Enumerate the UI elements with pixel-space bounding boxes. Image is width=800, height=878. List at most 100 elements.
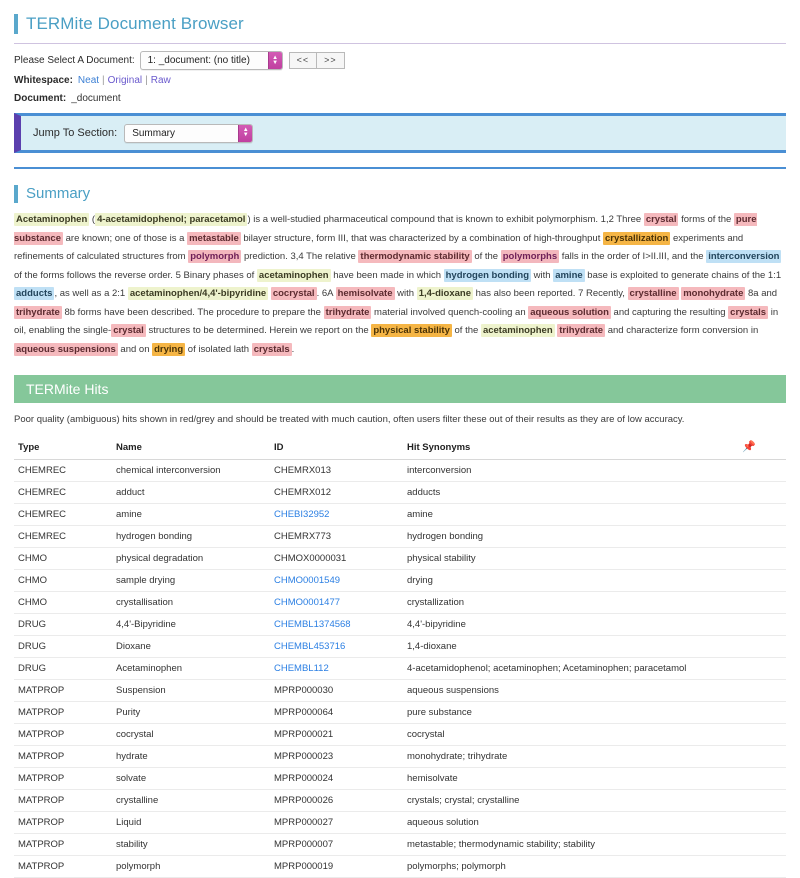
id-text: MPRP000021 xyxy=(274,729,334,740)
table-row[interactable]: DRUG Acetaminophen CHEMBL112 4-acetamidophe… xyxy=(14,657,786,680)
termite-hits-table: Type Name ID Hit Synonyms 📌 CHEMREC chemi… xyxy=(14,439,786,878)
cell-name: adduct xyxy=(112,481,270,504)
table-row[interactable]: DRUG Dioxane CHEMBL453716 1,4-dioxane xyxy=(14,635,786,658)
summary-entity-polymorph[interactable]: polymorph xyxy=(188,250,242,263)
cell-id[interactable]: CHEBI32952 xyxy=(270,503,403,526)
summary-entity-matprop[interactable]: metastable xyxy=(187,231,241,245)
cell-hit-synonyms: crystals; crystal; crystalline xyxy=(403,789,738,812)
whitespace-option-raw[interactable]: Raw xyxy=(151,74,171,88)
pin-icon[interactable]: 📌 xyxy=(742,442,756,453)
table-row[interactable]: CHEMREC amine CHEBI32952 amine xyxy=(14,503,786,526)
cell-id: MPRP000019 xyxy=(270,855,403,878)
prev-document-button[interactable]: << xyxy=(288,52,318,69)
table-body: CHEMREC chemical interconversion CHEMRX013… xyxy=(14,459,786,878)
table-row[interactable]: MATPROP Liquid MPRP000027 aqueous solution xyxy=(14,811,786,834)
table-row[interactable]: MATPROP crystalline MPRP000026 crystals; cr… xyxy=(14,789,786,812)
summary-entity-drug[interactable]: acetaminophen xyxy=(480,324,555,337)
id-link[interactable]: CHEMBL1374568 xyxy=(274,619,351,630)
summary-entity-matprop[interactable]: trihydrate xyxy=(557,324,606,337)
summary-entity-matprop[interactable]: aqueous suspensions xyxy=(14,342,118,356)
cell-hit-synonyms: monohydrate; trihydrate xyxy=(403,745,738,768)
cell-hit-synonyms: adducts xyxy=(403,481,738,504)
table-row[interactable]: CHEMREC chemical interconversion CHEMRX013… xyxy=(14,459,786,482)
cell-id[interactable]: CHEMBL1374568 xyxy=(270,613,403,636)
table-row[interactable]: MATPROP polymorph MPRP000019 polymorphs; po… xyxy=(14,855,786,878)
cell-id[interactable]: CHEMBL112 xyxy=(270,657,403,680)
table-row[interactable]: MATPROP solvate MPRP000024 hemisolvate xyxy=(14,767,786,790)
summary-entity-matprop[interactable]: hemisolvate xyxy=(335,287,395,300)
summary-entity-chemrec[interactable]: adducts xyxy=(14,287,55,300)
summary-entity-matprop[interactable]: crystalline xyxy=(627,287,679,300)
cell-type: DRUG xyxy=(14,613,112,636)
id-link[interactable]: CHMO0001477 xyxy=(274,597,340,608)
summary-entity-drug[interactable]: 1,4-dioxane xyxy=(416,287,473,300)
whitespace-option-original[interactable]: Original xyxy=(108,74,142,88)
column-header-id[interactable]: ID xyxy=(270,439,403,460)
table-row[interactable]: MATPROP cocrystal MPRP000021 cocrystal xyxy=(14,723,786,746)
whitespace-option-neat[interactable]: Neat xyxy=(78,74,99,88)
summary-entity-chmo[interactable]: drying xyxy=(152,342,186,356)
summary-entity-chmo[interactable]: crystallization xyxy=(602,231,671,245)
table-row[interactable]: CHEMREC hydrogen bonding CHEMRX773 hydrogen… xyxy=(14,525,786,548)
jump-to-section-select[interactable]: Summary ▲ ▼ xyxy=(124,123,254,143)
summary-entity-polymorph[interactable]: polymorphs xyxy=(500,250,560,263)
cell-type: MATPROP xyxy=(14,833,112,856)
column-header-type[interactable]: Type xyxy=(14,439,112,460)
cell-pin xyxy=(738,855,786,878)
whitespace-separator-1: | xyxy=(102,75,105,86)
summary-entity-matprop[interactable]: thermodynamic stability xyxy=(358,250,472,263)
table-row[interactable]: DRUG 4,4'-Bipyridine CHEMBL1374568 4,4'-bip… xyxy=(14,613,786,636)
summary-entity-matprop[interactable]: trihydrate xyxy=(323,305,372,319)
table-row[interactable]: CHMO physical degradation CHMOX0000031 phys… xyxy=(14,547,786,570)
summary-entity-drug[interactable]: 4-acetamidophenol; paracetamol xyxy=(95,213,248,226)
summary-entity-matprop[interactable]: crystals xyxy=(251,342,292,356)
cell-type: MATPROP xyxy=(14,745,112,768)
next-document-button[interactable]: >> xyxy=(317,52,345,69)
summary-entity-matprop[interactable]: crystals xyxy=(728,305,769,319)
table-row[interactable]: MATPROP Purity MPRP000064 pure substance xyxy=(14,701,786,724)
cell-id[interactable]: CHMO0001549 xyxy=(270,569,403,592)
cell-pin xyxy=(738,635,786,658)
summary-entity-chemrec[interactable]: amine xyxy=(553,268,585,282)
summary-entity-matprop[interactable]: aqueous solution xyxy=(528,305,611,319)
column-header-hit-synonyms[interactable]: Hit Synonyms xyxy=(403,439,738,460)
cell-pin xyxy=(738,569,786,592)
table-row[interactable]: MATPROP Suspension MPRP000030 aqueous suspe… xyxy=(14,679,786,702)
cell-name: hydrate xyxy=(112,745,270,768)
cell-hit-synonyms: aqueous suspensions xyxy=(403,679,738,702)
summary-entity-matprop[interactable]: cocrystal xyxy=(270,287,317,300)
cell-name: sample drying xyxy=(112,569,270,592)
cell-name: Liquid xyxy=(112,811,270,834)
summary-entity-matprop[interactable]: crystal xyxy=(111,324,146,337)
summary-entity-matprop[interactable]: monohydrate xyxy=(681,287,746,300)
id-link[interactable]: CHEMBL112 xyxy=(274,663,329,674)
cell-hit-synonyms: pure substance xyxy=(403,701,738,724)
cell-name: hydrogen bonding xyxy=(112,525,270,548)
id-link[interactable]: CHMO0001549 xyxy=(274,575,340,586)
document-select[interactable]: 1: _document: (no title) ▲ ▼ xyxy=(139,51,283,70)
cell-pin xyxy=(738,503,786,526)
cell-pin xyxy=(738,481,786,504)
column-header-name[interactable]: Name xyxy=(112,439,270,460)
id-link[interactable]: CHEMBL453716 xyxy=(274,641,345,652)
summary-entity-chemrec[interactable]: interconversion xyxy=(706,250,782,263)
table-row[interactable]: MATPROP hydrate MPRP000023 monohydrate; tri… xyxy=(14,745,786,768)
cell-id: MPRP000026 xyxy=(270,789,403,812)
summary-entity-chemrec[interactable]: hydrogen bonding xyxy=(443,268,532,282)
table-row[interactable]: CHMO sample drying CHMO0001549 drying xyxy=(14,569,786,592)
summary-entity-drug[interactable]: acetaminophen/4,4'-bipyridine xyxy=(127,287,269,300)
table-row[interactable]: CHEMREC adduct CHEMRX012 adducts xyxy=(14,481,786,504)
summary-entity-chmo[interactable]: physical stability xyxy=(371,324,452,337)
summary-entity-drug[interactable]: acetaminophen xyxy=(256,268,331,282)
cell-id: MPRP000024 xyxy=(270,767,403,790)
cell-pin xyxy=(738,745,786,768)
cell-id[interactable]: CHMO0001477 xyxy=(270,591,403,614)
table-row[interactable]: MATPROP stability MPRP000007 metastable; th… xyxy=(14,833,786,856)
cell-id: MPRP000030 xyxy=(270,679,403,702)
table-row[interactable]: CHMO crystallisation CHMO0001477 crystalliz… xyxy=(14,591,786,614)
summary-entity-drug[interactable]: Acetaminophen xyxy=(14,213,90,226)
id-link[interactable]: CHEBI32952 xyxy=(274,509,329,520)
summary-entity-matprop[interactable]: trihydrate xyxy=(14,305,62,319)
summary-entity-matprop[interactable]: crystal xyxy=(643,213,679,226)
cell-id[interactable]: CHEMBL453716 xyxy=(270,635,403,658)
